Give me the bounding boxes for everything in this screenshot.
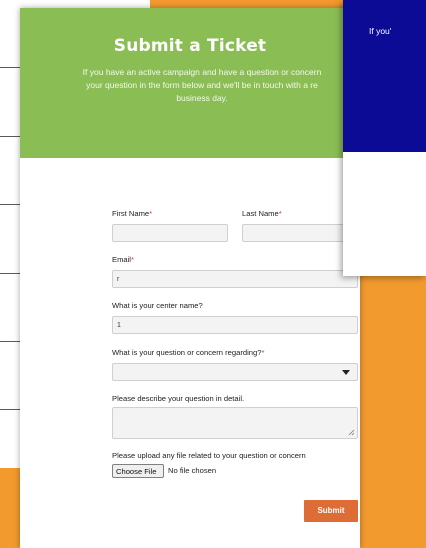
subtitle-line: your question in the form below and we'l…: [86, 80, 318, 90]
resize-handle-icon[interactable]: [348, 429, 355, 436]
description-label: Please describe your question in detail.: [112, 394, 245, 403]
file-status-text: No file chosen: [168, 466, 217, 475]
overlay-body: [343, 152, 426, 276]
subtitle-line: If you have an active campaign and have …: [82, 67, 322, 77]
upload-label: Please upload any file related to your q…: [112, 451, 306, 460]
email-input[interactable]: r: [112, 270, 358, 288]
ticket-form-card: Submit a Ticket If you have an active ca…: [20, 8, 360, 548]
first-name-input[interactable]: [112, 224, 228, 242]
last-name-label: Last Name*: [242, 209, 282, 218]
overlay-header: If you': [343, 0, 426, 152]
choose-file-button[interactable]: Choose File: [112, 464, 164, 478]
email-label: Email*: [112, 255, 134, 264]
first-name-label: First Name*: [112, 209, 153, 218]
concern-label: What is your question or concern regardi…: [112, 348, 265, 357]
form-header: Submit a Ticket If you have an active ca…: [20, 8, 360, 158]
center-name-input[interactable]: 1: [112, 316, 358, 334]
overlay-text: If you': [369, 26, 392, 36]
subtitle-line: business day.: [176, 93, 228, 103]
caret-down-icon: [342, 370, 350, 375]
center-name-label: What is your center name?: [112, 301, 203, 310]
background-strip: [130, 0, 150, 8]
description-textarea[interactable]: [112, 407, 358, 439]
form-subtitle: If you have an active campaign and have …: [32, 66, 360, 105]
overlay-dialog: If you': [343, 0, 426, 276]
submit-button[interactable]: Submit: [304, 500, 358, 522]
concern-select[interactable]: [112, 363, 358, 381]
form-title: Submit a Ticket: [113, 36, 267, 56]
